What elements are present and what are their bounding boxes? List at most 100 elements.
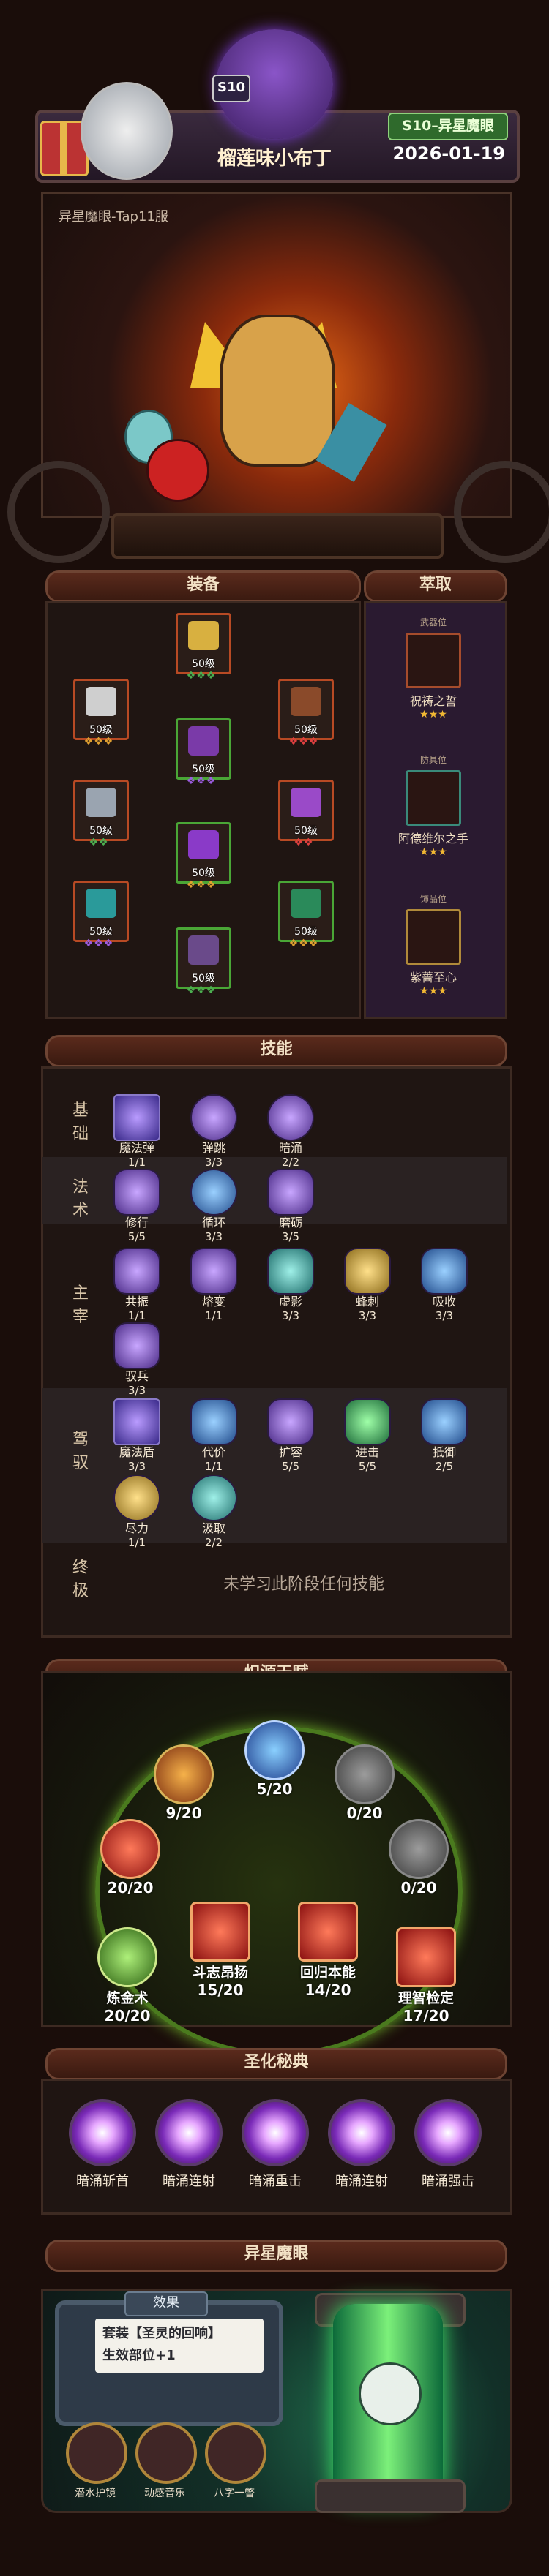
skill-magic-shield[interactable]: 魔法盾 3/3 xyxy=(110,1398,164,1473)
resonance-icon xyxy=(113,1248,160,1295)
skills-title: 技能 xyxy=(45,1035,507,1067)
eye-icon xyxy=(396,1927,456,1987)
skull-gray-icon xyxy=(389,1819,449,1879)
season-badge: S10 xyxy=(212,75,250,102)
talent-node[interactable]: 0/20 xyxy=(384,1819,454,1897)
rage-figure-icon xyxy=(190,1902,250,1962)
helmet-icon xyxy=(188,621,219,650)
burst-icon xyxy=(298,1902,358,1962)
skill-bounce[interactable]: 弹跳 3/3 xyxy=(187,1094,241,1169)
talent-high-spirits[interactable]: 斗志昂扬 15/20 xyxy=(185,1902,255,1999)
pet-character xyxy=(146,439,209,502)
skill-undercurrent[interactable]: 暗涌 2/2 xyxy=(264,1094,318,1169)
hero-character xyxy=(220,315,335,467)
hone-icon xyxy=(267,1169,314,1216)
skill-expand[interactable]: 扩容 5/5 xyxy=(264,1398,318,1473)
player-nickname: 榴莲味小布丁 xyxy=(217,148,332,170)
equipment-slot-arm[interactable]: 50级 xyxy=(73,780,129,841)
eye-slot-mustache[interactable]: 八字一瞥 xyxy=(205,2422,266,2500)
season-tag: S10–异星魔眼 xyxy=(388,113,508,140)
equipment-title: 装备 xyxy=(45,570,361,603)
skill-row-label-drive: 驾驭 xyxy=(72,1431,89,1472)
skill-drain[interactable]: 汲取 2/2 xyxy=(187,1475,241,1549)
skull-icon xyxy=(100,1819,160,1879)
ultimate-empty-text: 未学习此阶段任何技能 xyxy=(223,1575,384,1594)
shell-icon xyxy=(86,687,116,716)
gem-row: ❖❖❖ xyxy=(288,938,319,949)
equipment-slot-charm[interactable]: 50级 xyxy=(278,881,334,942)
skill-resonance[interactable]: 共振 1/1 xyxy=(110,1248,164,1322)
equipment-slot-head[interactable]: 50级 xyxy=(176,613,231,674)
ring-icon xyxy=(291,788,321,817)
extraction-weapon[interactable]: 武器位 祝祷之誓 ★★★ xyxy=(364,616,503,720)
gem-row: ❖❖ xyxy=(294,837,314,848)
equipment-slot-armor[interactable]: 50级 xyxy=(176,718,231,780)
bee-sting-icon xyxy=(344,1248,391,1295)
codex-item[interactable]: 暗涌斩首 xyxy=(62,2099,143,2190)
charm-icon xyxy=(291,889,321,918)
gauntlet-icon xyxy=(86,788,116,817)
skill-cycle[interactable]: 循环 3/3 xyxy=(187,1169,241,1243)
equipment-slot-boots[interactable]: 50级 xyxy=(176,927,231,989)
codex-item[interactable]: 暗涌重击 xyxy=(235,2099,315,2190)
gem-row: ❖❖❖ xyxy=(186,984,217,996)
talent-return-instinct[interactable]: 回归本能 14/20 xyxy=(293,1902,363,1999)
skill-best-effort[interactable]: 尽力 1/1 xyxy=(110,1475,164,1549)
eye-slot-music[interactable]: 动感音乐 xyxy=(135,2422,197,2500)
skill-bee-sting[interactable]: 蜂刺 3/3 xyxy=(340,1248,395,1322)
effect-title: 效果 xyxy=(124,2291,208,2316)
equipment-slot-helm[interactable]: 50级 xyxy=(73,679,129,740)
gem-row: ❖❖❖ xyxy=(83,938,114,949)
price-icon xyxy=(190,1398,237,1445)
skill-absorb[interactable]: 吸收 3/3 xyxy=(417,1248,471,1322)
gem-row: ❖❖ xyxy=(89,837,109,848)
drain-icon xyxy=(190,1475,237,1521)
codex-item[interactable]: 暗涌连射 xyxy=(321,2099,402,2190)
skill-training[interactable]: 修行 5/5 xyxy=(110,1169,164,1243)
talent-node[interactable]: 9/20 xyxy=(149,1744,219,1822)
command-troops-icon xyxy=(113,1322,160,1369)
expand-icon xyxy=(267,1398,314,1445)
alien-creature xyxy=(359,2362,422,2425)
skill-resist[interactable]: 抵御 2/5 xyxy=(417,1398,471,1473)
extraction-armor[interactable]: 防具位 阿德维尔之手 ★★★ xyxy=(364,753,503,858)
skill-phantom[interactable]: 虚影 3/3 xyxy=(264,1248,318,1322)
skill-assault[interactable]: 进击 5/5 xyxy=(340,1398,395,1473)
extraction-accessory[interactable]: 饰品位 紫蔷至心 ★★★ xyxy=(364,892,503,997)
skill-magic-bullet[interactable]: 魔法弹 1/1 xyxy=(110,1094,164,1169)
stopwatch-icon xyxy=(244,1720,305,1780)
glow-orb-icon xyxy=(69,2099,136,2166)
glow-orb-icon xyxy=(155,2099,223,2166)
tube-base xyxy=(315,2479,466,2513)
codex-item[interactable]: 暗涌连射 xyxy=(149,2099,229,2190)
skill-price[interactable]: 代价 1/1 xyxy=(187,1398,241,1473)
skill-meltdown[interactable]: 熔变 1/1 xyxy=(187,1248,241,1322)
talent-node[interactable]: 5/20 xyxy=(239,1720,310,1798)
equipment-slot-pants[interactable]: 50级 xyxy=(176,822,231,884)
training-icon xyxy=(113,1169,160,1216)
alchemy-icon xyxy=(97,1927,157,1987)
talent-sanity-check[interactable]: 理智检定 17/20 xyxy=(391,1927,461,2025)
skill-hone[interactable]: 磨砺 3/5 xyxy=(264,1169,318,1243)
eye-slot-goggles[interactable]: 潜水护镜 xyxy=(66,2422,127,2500)
date-label: 2026-01-19 xyxy=(392,143,505,164)
wings-icon xyxy=(335,1744,395,1804)
talent-node[interactable]: 0/20 xyxy=(329,1744,400,1822)
talent-node[interactable]: 20/20 xyxy=(95,1819,165,1897)
best-effort-icon xyxy=(113,1475,160,1521)
armor-icon xyxy=(188,726,219,756)
skill-row-label-dominate: 主宰 xyxy=(72,1284,89,1326)
equipment-slot-ring[interactable]: 50级 xyxy=(278,780,334,841)
equipment-slot-potion[interactable]: 50级 xyxy=(73,881,129,942)
talent-alchemy[interactable]: 炼金术 20/20 xyxy=(92,1927,163,2025)
codex-item[interactable]: 暗涌强击 xyxy=(408,2099,488,2190)
equipment-slot-necklace[interactable]: 50级 xyxy=(278,679,334,740)
assault-icon xyxy=(344,1398,391,1445)
extraction-title: 萃取 xyxy=(364,570,507,603)
skill-command-troops[interactable]: 驭兵 3/3 xyxy=(110,1322,164,1397)
magic-bullet-icon xyxy=(113,1094,160,1141)
heart-pendant-icon xyxy=(406,909,461,965)
pants-icon xyxy=(188,830,219,859)
effect-text: 套装【圣灵的回响】 生效部位+1 xyxy=(95,2319,264,2373)
avatar[interactable] xyxy=(81,82,173,180)
